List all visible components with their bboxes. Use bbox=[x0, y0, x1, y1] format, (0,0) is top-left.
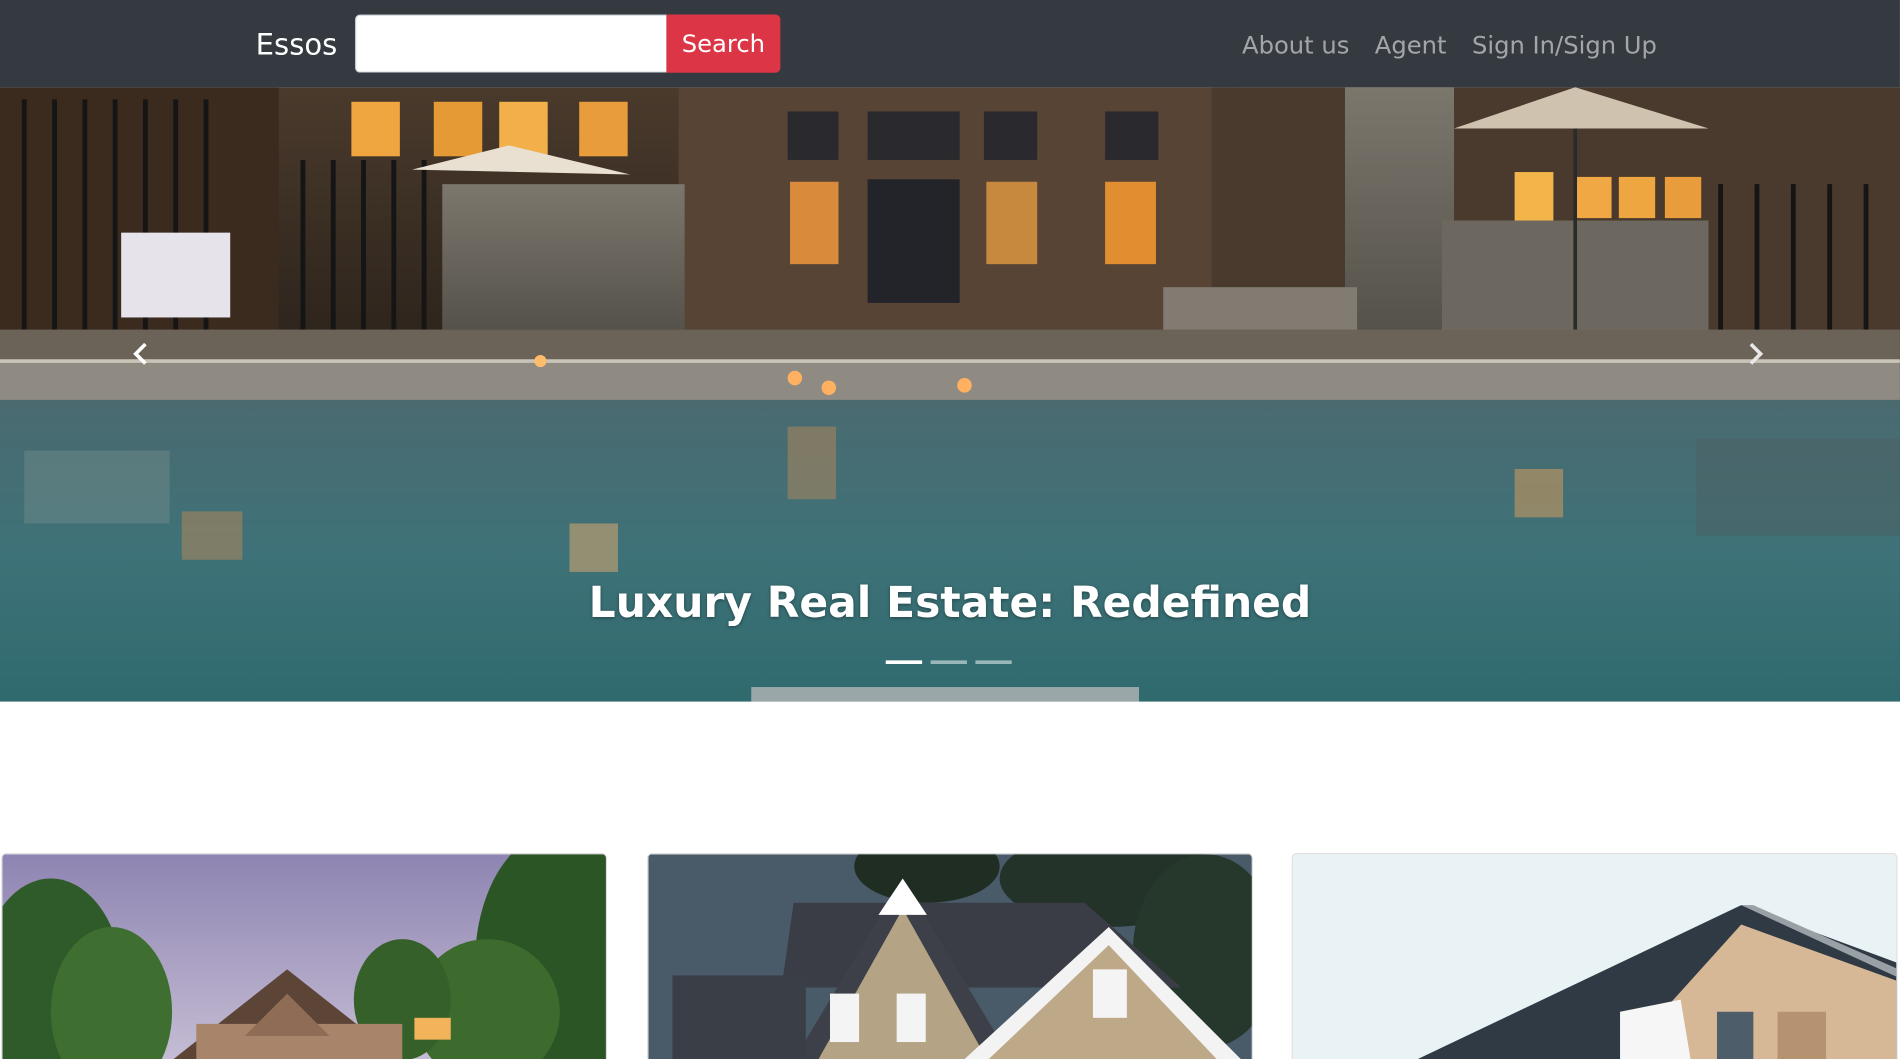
chevron-right-icon bbox=[1749, 342, 1764, 365]
brick-house-photo bbox=[2, 854, 606, 1059]
search-button[interactable]: Search bbox=[666, 14, 781, 73]
nav-link-sign-in[interactable]: Sign In/Sign Up bbox=[1472, 27, 1657, 63]
carousel-indicator-3[interactable] bbox=[975, 660, 1012, 665]
carousel-indicator-2[interactable] bbox=[930, 660, 967, 665]
listing-card[interactable] bbox=[1, 853, 608, 1059]
navbar: Essos Search About us Agent Sign In/Sign… bbox=[0, 0, 1900, 88]
carousel-next-button[interactable] bbox=[1730, 330, 1778, 378]
suburban-house-photo bbox=[648, 854, 1252, 1059]
nav-links: About us Agent Sign In/Sign Up bbox=[1242, 27, 1682, 63]
page: Essos Search About us Agent Sign In/Sign… bbox=[0, 0, 1900, 1059]
brand-logo[interactable]: Essos bbox=[256, 24, 338, 65]
carousel-indicator-1[interactable] bbox=[885, 660, 923, 665]
carousel-indicators bbox=[885, 660, 1012, 665]
search-form: Search bbox=[355, 14, 781, 73]
search-input[interactable] bbox=[355, 14, 667, 73]
carousel-prev-button[interactable] bbox=[118, 330, 166, 378]
carousel-caption: Luxury Real Estate: Redefined bbox=[588, 579, 1312, 628]
listing-card[interactable] bbox=[1291, 853, 1898, 1059]
chevron-left-icon bbox=[133, 342, 147, 365]
modern-house-photo bbox=[1292, 854, 1897, 1059]
hero-carousel: Luxury Real Estate: Redefined bbox=[0, 87, 1900, 702]
nav-link-agent[interactable]: Agent bbox=[1375, 27, 1447, 63]
nav-link-about[interactable]: About us bbox=[1242, 27, 1349, 63]
listing-card[interactable] bbox=[647, 853, 1253, 1059]
